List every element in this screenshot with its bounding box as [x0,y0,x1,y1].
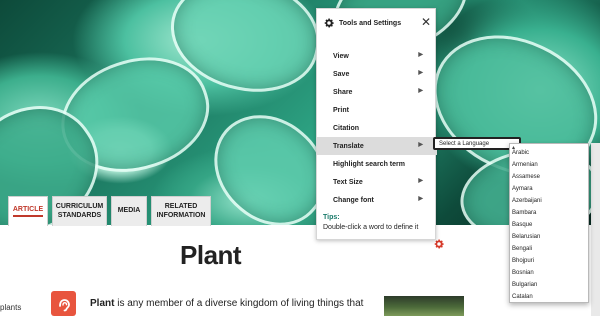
tab-label: ARTICLE [12,206,44,218]
tips-label: Tips: [323,214,340,221]
language-option[interactable]: Aymara [510,186,588,198]
language-option[interactable]: Bhojpuri [510,258,588,270]
tab-curriculum-standards[interactable]: CURRICULUM STANDARDS [52,196,107,226]
chevron-right-icon: ▶ [418,178,423,184]
language-option[interactable]: Azerbaijani [510,198,588,210]
chevron-right-icon: ▶ [418,70,423,76]
tools-menu: View ▶ Save ▶ Share ▶ Print Citation Transl… [317,47,437,209]
menu-item-label: Change font [333,196,374,204]
menu-item-label: Translate [333,142,364,150]
menu-item-label: Print [333,106,349,114]
article-tabs: ARTICLE CURRICULUM STANDARDS MEDIA RELAT… [8,196,211,226]
chevron-right-icon: ▶ [418,196,423,202]
menu-item-label: Save [333,70,350,78]
tab-media[interactable]: MEDIA [111,196,147,226]
menu-item-view[interactable]: View ▶ [317,47,437,65]
language-option[interactable]: Basque [510,222,588,234]
tab-label: CURRICULUM STANDARDS [55,203,104,219]
language-option[interactable]: Belarusian [510,234,588,246]
language-option[interactable]: Bulgarian [510,282,588,294]
menu-item-highlight-search-term[interactable]: Highlight search term [317,155,437,173]
menu-item-change-font[interactable]: Change font ▶ [317,191,437,209]
menu-item-text-size[interactable]: Text Size ▶ [317,173,437,191]
lead-term: Plant [90,298,115,309]
lead-text: is any member of a diverse kingdom of li… [114,298,364,309]
menu-item-citation[interactable]: Citation [317,119,437,137]
language-option[interactable]: Armenian [510,162,588,174]
language-option[interactable]: Bengali [510,246,588,258]
tools-panel: Tools and Settings ✕ View ▶ Save ▶ Share ▶ … [316,8,437,240]
language-option[interactable]: Catalan [510,294,588,302]
tab-label: MEDIA [117,207,141,215]
language-dropdown-list[interactable]: ▴ Arabic Armenian Assamese Aymara Azerba… [509,143,589,303]
article-body: Plant is any member of a diverse kingdom… [90,297,380,310]
language-select[interactable]: Select a Language [433,137,521,150]
tools-title: Tools and Settings [339,20,402,27]
tips-text: Double-click a word to define it [323,224,419,231]
chevron-right-icon: ▶ [418,52,423,58]
close-icon[interactable]: ✕ [421,15,431,29]
gear-icon [324,18,334,28]
audio-button[interactable] [51,291,76,316]
menu-item-print[interactable]: Print [317,101,437,119]
language-option[interactable]: Bosnian [510,270,588,282]
language-option[interactable]: Assamese [510,174,588,186]
article-thumbnail[interactable] [384,296,464,316]
page-scroll-area [591,143,600,316]
menu-item-save[interactable]: Save ▶ [317,65,437,83]
tab-related-information[interactable]: RELATED INFORMATION [151,196,211,226]
audio-icon [59,299,70,312]
tab-label: RELATED INFORMATION [156,203,206,219]
tab-article[interactable]: ARTICLE [8,196,48,226]
chevron-right-icon: ▶ [418,142,423,148]
menu-item-label: Highlight search term [333,160,405,168]
menu-item-share[interactable]: Share ▶ [317,83,437,101]
tools-header: Tools and Settings ✕ [317,9,437,39]
menu-item-label: Share [333,88,353,96]
language-option[interactable]: Bambara [510,210,588,222]
language-option[interactable]: Arabic [510,150,588,162]
chevron-right-icon: ▶ [418,88,423,94]
menu-item-label: Citation [333,124,360,132]
menu-item-translate[interactable]: Translate ▶ [317,137,437,155]
sidebar-label: plants [0,303,22,312]
menu-item-label: Text Size [333,178,363,186]
menu-item-label: View [333,52,349,60]
page-title: Plant [180,240,242,270]
